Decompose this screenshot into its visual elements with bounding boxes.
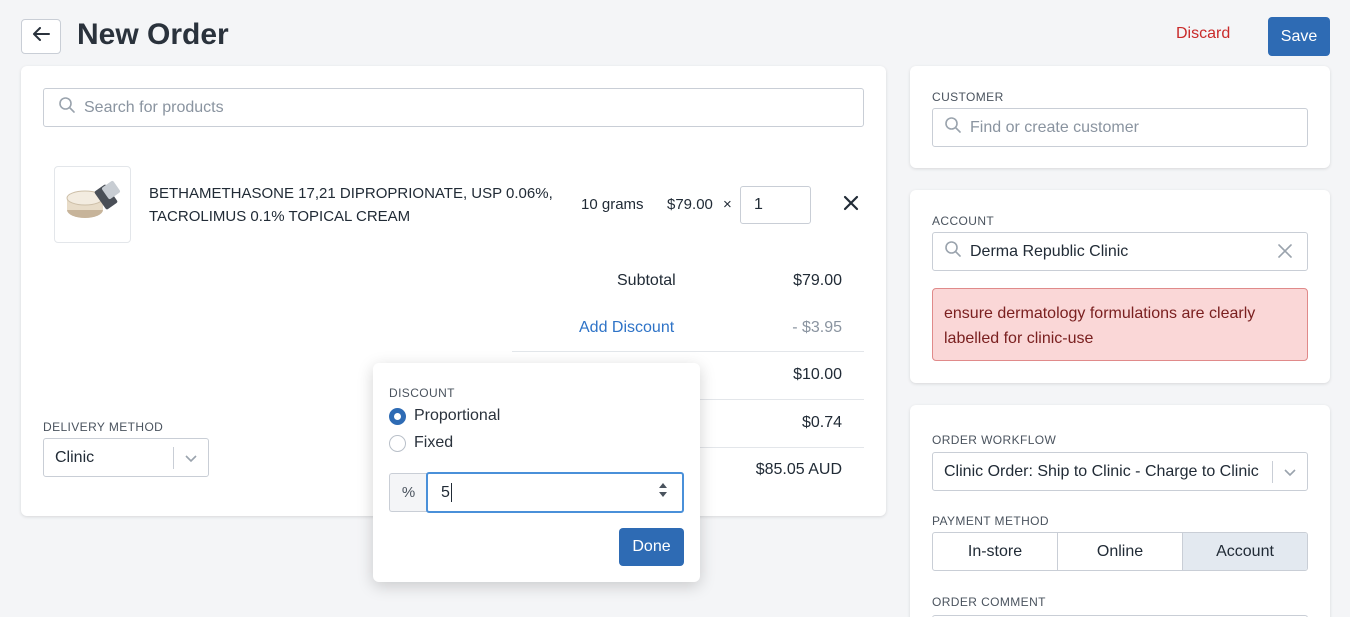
product-search-placeholder: Search for products: [84, 98, 224, 116]
discount-input-value: 5: [441, 483, 450, 501]
remove-item-button[interactable]: [839, 193, 863, 217]
customer-label: CUSTOMER: [932, 90, 1004, 104]
product-name: BETHAMETHASONE 17,21 DIPROPRIONATE, USP …: [149, 182, 569, 228]
arrow-left-icon: [32, 27, 50, 46]
back-button[interactable]: [21, 19, 61, 54]
select-separator: [1272, 461, 1273, 483]
number-stepper[interactable]: [658, 481, 668, 499]
account-note-alert: ensure dermatology formulations are clea…: [932, 288, 1308, 361]
chevron-down-icon: [185, 451, 197, 469]
total-value: $85.05 AUD: [755, 461, 842, 478]
text-caret: [450, 483, 452, 502]
payment-option-online[interactable]: Online: [1058, 533, 1183, 570]
summary-divider: [512, 351, 864, 352]
product-search-input[interactable]: Search for products: [43, 88, 864, 127]
done-button[interactable]: Done: [619, 528, 684, 566]
account-label: ACCOUNT: [932, 214, 995, 228]
top-bar: New Order Discard Save: [0, 0, 1350, 66]
radio-unselected-icon: [389, 434, 406, 452]
customer-card: CUSTOMER Find or create customer: [910, 66, 1330, 168]
stepper-down-icon: [659, 492, 667, 497]
multiply-sign: ×: [723, 196, 732, 213]
clear-icon[interactable]: [1277, 243, 1293, 264]
discount-popover: DISCOUNT Proportional Fixed % 5 Done: [373, 363, 700, 582]
cream-jar-icon: [63, 180, 123, 229]
workflow-card: ORDER WORKFLOW Clinic Order: Ship to Cli…: [910, 405, 1330, 617]
payment-option-in-store[interactable]: In-store: [933, 533, 1058, 570]
search-icon: [58, 96, 76, 119]
delivery-method-label: DELIVERY METHOD: [43, 420, 164, 434]
save-button[interactable]: Save: [1268, 17, 1330, 56]
customer-search-input[interactable]: Find or create customer: [932, 108, 1308, 147]
add-discount-link[interactable]: Add Discount: [579, 319, 674, 337]
radio-proportional[interactable]: Proportional: [389, 407, 500, 425]
order-workflow-label: ORDER WORKFLOW: [932, 433, 1057, 447]
discard-button[interactable]: Discard: [1176, 25, 1230, 43]
order-workflow-value: Clinic Order: Ship to Clinic - Charge to…: [944, 462, 1259, 480]
payment-method-toggle: In-store Online Account: [932, 532, 1308, 571]
product-thumbnail: [54, 166, 131, 243]
delivery-method-value: Clinic: [55, 448, 95, 466]
close-icon: [843, 195, 859, 216]
order-comment-label: ORDER COMMENT: [932, 595, 1046, 609]
stepper-up-icon: [659, 483, 667, 488]
page-title: New Order: [77, 18, 229, 51]
discount-value: - $3.95: [792, 319, 842, 336]
payment-method-label: PAYMENT METHOD: [932, 514, 1049, 528]
radio-fixed-label: Fixed: [414, 434, 454, 451]
quantity-input[interactable]: 1: [740, 186, 811, 224]
select-separator: [173, 447, 174, 469]
account-search-input[interactable]: Derma Republic Clinic: [932, 232, 1308, 271]
percent-addon: %: [389, 473, 427, 512]
product-name-line2: TACROLIMUS 0.1% TOPICAL CREAM: [149, 208, 411, 225]
payment-option-account[interactable]: Account: [1183, 533, 1307, 570]
search-icon: [944, 240, 962, 263]
delivery-method-select[interactable]: Clinic: [43, 438, 209, 477]
account-card: ACCOUNT Derma Republic Clinic ensure der…: [910, 190, 1330, 383]
subtotal-value: $79.00: [793, 272, 842, 289]
radio-selected-icon: [389, 407, 406, 425]
chevron-down-icon: [1284, 465, 1296, 483]
discount-value-input[interactable]: 5: [426, 472, 684, 513]
subtotal-label: Subtotal: [617, 272, 676, 289]
radio-fixed[interactable]: Fixed: [389, 434, 453, 452]
customer-search-placeholder: Find or create customer: [970, 118, 1139, 136]
product-size: 10 grams: [581, 196, 644, 213]
order-workflow-select[interactable]: Clinic Order: Ship to Clinic - Charge to…: [932, 452, 1308, 491]
account-value: Derma Republic Clinic: [970, 242, 1129, 260]
tax-value: $0.74: [801, 414, 842, 431]
product-name-line1: BETHAMETHASONE 17,21 DIPROPRIONATE, USP …: [149, 185, 553, 202]
radio-proportional-label: Proportional: [414, 407, 501, 424]
discount-title: DISCOUNT: [389, 386, 455, 400]
search-icon: [944, 116, 962, 139]
product-price: $79.00: [667, 196, 713, 213]
shipping-value: $10.00: [793, 366, 842, 383]
